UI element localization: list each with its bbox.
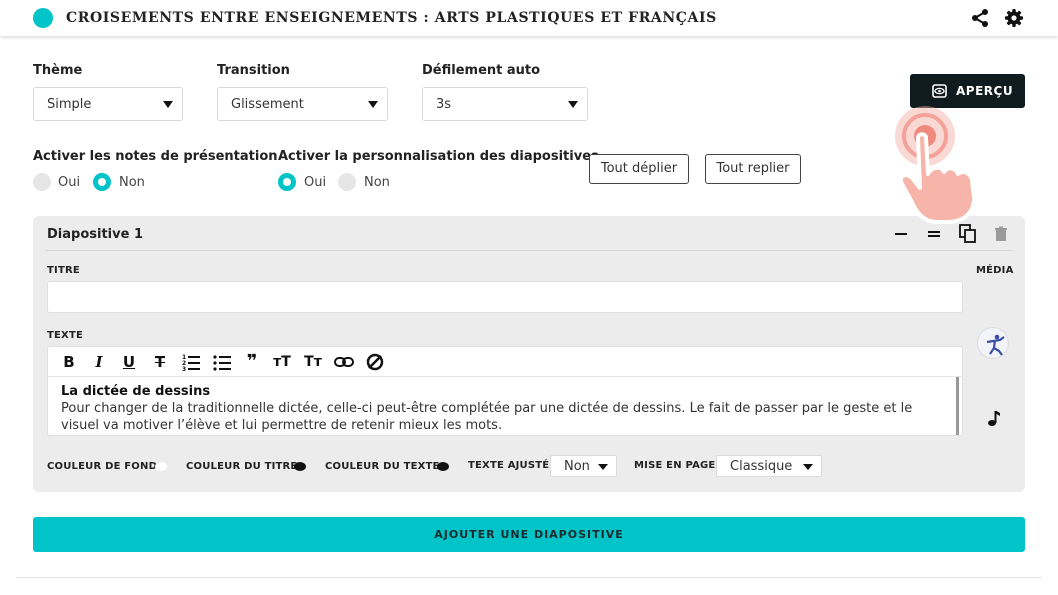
notes-no-radio[interactable] — [93, 173, 111, 191]
collapse-icon[interactable] — [893, 226, 909, 242]
dancer-figure-icon — [986, 334, 1005, 356]
collapse-all-button[interactable]: Tout replier — [705, 154, 801, 184]
layout-select[interactable]: Classique — [716, 455, 822, 477]
customize-yes-label: Oui — [304, 175, 327, 190]
autoscroll-select-value: 3s — [436, 97, 452, 112]
chevron-down-icon — [163, 101, 173, 108]
text-case-icon[interactable]: Tт — [303, 352, 323, 372]
italic-icon[interactable]: I — [89, 352, 109, 372]
trash-icon[interactable] — [993, 226, 1009, 242]
chevron-down-icon — [803, 464, 813, 470]
text-paragraph: Pour changer de la traditionnelle dictée… — [61, 401, 913, 433]
bullet-list-icon[interactable] — [212, 352, 232, 372]
preview-button-label: APERÇU — [956, 84, 1014, 98]
text-heading: La dictée de dessins — [61, 384, 211, 399]
theme-label: Thème — [33, 63, 83, 78]
customize-no-radio[interactable] — [338, 173, 356, 191]
text-size-icon[interactable]: ᴛT — [272, 352, 292, 372]
transition-select-value: Glissement — [231, 97, 304, 112]
add-slide-button[interactable]: AJOUTER UNE DIAPOSITIVE — [33, 517, 1025, 552]
unlink-icon[interactable] — [365, 352, 385, 372]
editor-content: La dictée de dessins Pour changer de la … — [61, 383, 951, 434]
theme-select-value: Simple — [47, 97, 92, 112]
theme-select[interactable]: Simple — [33, 87, 183, 121]
slide-title: Diapositive 1 — [47, 227, 143, 242]
eye-icon — [932, 84, 947, 98]
bg-color-swatch[interactable] — [155, 462, 167, 471]
editor-toolbar: B I U T 123 ❞ ᴛT Tт — [48, 347, 962, 377]
chevron-down-icon — [568, 101, 578, 108]
expand-all-button[interactable]: Tout déplier — [589, 154, 689, 184]
app-header: CROISEMENTS ENTRE ENSEIGNEMENTS : ARTS P… — [0, 0, 1058, 36]
card-divider — [45, 250, 1013, 251]
text-color-label: COULEUR DU TEXTE — [325, 461, 440, 472]
transition-select[interactable]: Glissement — [217, 87, 388, 121]
customize-yes-radio[interactable] — [278, 173, 296, 191]
transition-label: Transition — [217, 63, 290, 78]
brand-dot — [33, 8, 53, 28]
editor-scrollbar[interactable] — [956, 377, 959, 435]
share-icon[interactable] — [970, 8, 990, 28]
page-title: CROISEMENTS ENTRE ENSEIGNEMENTS : ARTS P… — [66, 10, 717, 26]
link-icon[interactable] — [334, 352, 354, 372]
gear-icon[interactable] — [1004, 8, 1024, 28]
bg-color-label: COULEUR DE FOND — [47, 461, 158, 472]
bold-icon[interactable]: B — [59, 352, 79, 372]
footer-divider — [16, 577, 1042, 578]
titre-label: TITRE — [47, 265, 80, 276]
ordered-list-icon[interactable]: 123 — [181, 352, 201, 372]
fit-text-value: Non — [564, 459, 590, 474]
svg-text:3: 3 — [182, 366, 186, 372]
text-editor[interactable]: B I U T 123 ❞ ᴛT Tт La dictée de dessins… — [47, 346, 963, 436]
strikethrough-icon[interactable]: T — [150, 352, 170, 372]
autoscroll-select[interactable]: 3s — [422, 87, 588, 121]
layout-label: MISE EN PAGE — [634, 460, 716, 471]
tap-hand-icon — [895, 106, 976, 224]
chevron-down-icon — [368, 101, 378, 108]
notes-yes-label: Oui — [58, 175, 81, 190]
notes-no-label: Non — [119, 175, 145, 190]
customize-no-label: Non — [364, 175, 390, 190]
notes-yes-radio[interactable] — [33, 173, 51, 191]
autoscroll-label: Défilement auto — [422, 63, 541, 78]
chevron-down-icon — [598, 464, 608, 470]
text-color-swatch[interactable] — [437, 462, 449, 471]
texte-label: TEXTE — [47, 330, 84, 341]
title-color-swatch[interactable] — [294, 462, 306, 471]
notes-label: Activer les notes de présentation — [33, 149, 278, 164]
customize-label: Activer la personnalisation des diaposit… — [278, 149, 599, 164]
layout-value: Classique — [730, 459, 793, 474]
underline-icon[interactable]: U — [119, 352, 139, 372]
slide-card: Diapositive 1 TITRE MÉDIA TEXTE B I U T … — [33, 216, 1025, 492]
drag-handle-icon[interactable] — [926, 226, 942, 242]
quote-icon[interactable]: ❞ — [242, 352, 262, 372]
title-input[interactable] — [47, 281, 963, 313]
fit-text-select[interactable]: Non — [550, 455, 617, 477]
media-label: MÉDIA — [976, 265, 1014, 276]
fit-text-label: TEXTE AJUSTÉ — [468, 460, 550, 471]
music-note-icon[interactable] — [987, 409, 1001, 427]
title-color-label: COULEUR DU TITRE — [186, 461, 298, 472]
media-image-thumbnail[interactable] — [977, 327, 1009, 359]
